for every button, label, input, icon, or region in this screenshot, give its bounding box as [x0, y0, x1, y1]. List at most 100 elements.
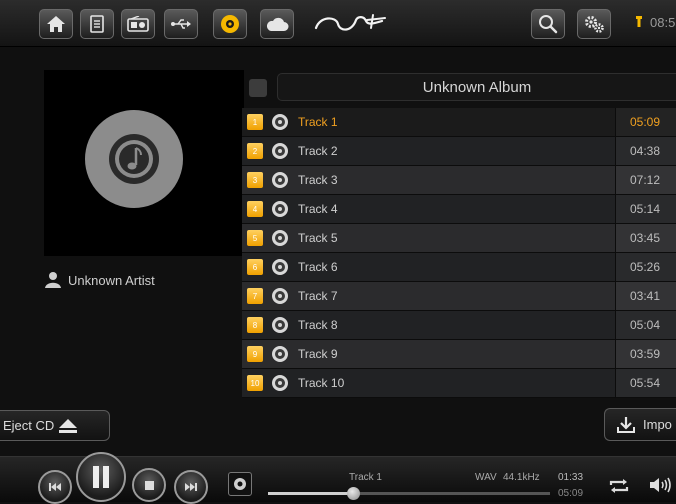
- eject-label: Eject CD: [3, 418, 55, 433]
- track-duration: 05:14: [630, 202, 661, 216]
- radio-button[interactable]: [121, 9, 155, 39]
- cloud-button[interactable]: [260, 9, 294, 39]
- track-disc-icon: [272, 317, 288, 333]
- next-icon: [185, 483, 197, 491]
- radio-icon: [127, 16, 149, 32]
- person-icon: [45, 272, 61, 288]
- track-duration: 05:26: [630, 260, 661, 274]
- seek-bar[interactable]: [268, 487, 550, 500]
- search-button[interactable]: [531, 9, 565, 39]
- audio-format: WAV: [475, 472, 497, 483]
- import-label: Impo: [643, 417, 672, 432]
- stop-icon: [144, 480, 154, 490]
- next-button[interactable]: [174, 470, 208, 504]
- clock: 08:55: [650, 15, 676, 30]
- track-duration: 04:38: [630, 144, 661, 158]
- cloud-icon: [266, 17, 289, 31]
- artist-row: Unknown Artist: [44, 271, 155, 289]
- track-duration-cell: 03:45: [615, 224, 676, 252]
- track-number-badge: 3: [247, 172, 263, 188]
- track-row[interactable]: 3 Track 3 07:12: [242, 166, 676, 195]
- usb-indicator-icon: [636, 16, 642, 27]
- top-toolbar: 08:55: [0, 0, 676, 47]
- track-disc-icon: [272, 346, 288, 362]
- track-disc-icon: [272, 201, 288, 217]
- track-name: Track 10: [298, 376, 345, 390]
- track-row[interactable]: 6 Track 6 05:26: [242, 253, 676, 282]
- track-duration: 05:04: [630, 318, 661, 332]
- album-cover: [44, 70, 244, 256]
- cd-source-icon: [234, 478, 246, 490]
- track-list: 1 Track 1 05:09 2 Track 2 04:38 3 Track 3 07:12 4…: [242, 108, 676, 398]
- track-row[interactable]: 2 Track 2 04:38: [242, 137, 676, 166]
- brand-logo-icon: [314, 14, 386, 31]
- track-row[interactable]: 10 Track 10 05:54: [242, 369, 676, 398]
- track-number-badge: 6: [247, 259, 263, 275]
- track-duration: 05:09: [630, 115, 661, 129]
- eject-cd-button[interactable]: Eject CD: [0, 410, 110, 441]
- track-number-badge: 2: [247, 143, 263, 159]
- track-name: Track 3: [298, 173, 338, 187]
- search-icon: [539, 15, 558, 34]
- elapsed-time: 01:33: [558, 472, 584, 483]
- track-row[interactable]: 8 Track 8 05:04: [242, 311, 676, 340]
- track-duration-cell: 05:54: [615, 369, 676, 397]
- music-disc-icon: [85, 110, 183, 208]
- track-name: Track 9: [298, 347, 338, 361]
- sample-rate: 44.1kHz: [503, 472, 540, 483]
- document-icon: [90, 15, 104, 33]
- settings-button[interactable]: [577, 9, 611, 39]
- repeat-icon[interactable]: [608, 478, 630, 494]
- track-name: Track 2: [298, 144, 338, 158]
- usb-icon: [171, 19, 191, 29]
- track-duration: 03:45: [630, 231, 661, 245]
- track-duration: 03:41: [630, 289, 661, 303]
- track-duration: 03:59: [630, 347, 661, 361]
- track-number-badge: 7: [247, 288, 263, 304]
- track-duration-cell: 05:26: [615, 253, 676, 281]
- gears-icon: [585, 16, 604, 33]
- now-playing-title: Track 1: [349, 472, 382, 483]
- track-name: Track 8: [298, 318, 338, 332]
- track-duration-cell: 03:59: [615, 340, 676, 368]
- track-number-badge: 8: [247, 317, 263, 333]
- cd-button[interactable]: [213, 9, 247, 39]
- track-name: Track 1: [298, 115, 338, 129]
- import-button[interactable]: Impo: [604, 408, 676, 441]
- track-disc-icon: [272, 114, 288, 130]
- track-row[interactable]: 5 Track 5 03:45: [242, 224, 676, 253]
- track-name: Track 7: [298, 289, 338, 303]
- track-row[interactable]: 4 Track 4 05:14: [242, 195, 676, 224]
- download-icon: [617, 416, 635, 433]
- track-duration-cell: 07:12: [615, 166, 676, 194]
- stop-button[interactable]: [132, 468, 166, 502]
- select-all-checkbox[interactable]: [249, 79, 267, 97]
- track-name: Track 4: [298, 202, 338, 216]
- track-duration: 07:12: [630, 173, 661, 187]
- home-icon: [47, 16, 65, 32]
- track-number-badge: 5: [247, 230, 263, 246]
- album-title: Unknown Album: [277, 73, 676, 101]
- track-number-badge: 1: [247, 114, 263, 130]
- track-name: Track 5: [298, 231, 338, 245]
- play-pause-button[interactable]: [76, 452, 126, 502]
- track-row[interactable]: 1 Track 1 05:09: [242, 108, 676, 137]
- eject-icon: [59, 418, 78, 433]
- track-disc-icon: [272, 172, 288, 188]
- cd-icon: [221, 15, 239, 33]
- seek-bar-handle[interactable]: [346, 487, 360, 500]
- pause-icon: [93, 466, 109, 488]
- documents-button[interactable]: [80, 9, 114, 39]
- track-duration-cell: 03:41: [615, 282, 676, 310]
- track-row[interactable]: 9 Track 9 03:59: [242, 340, 676, 369]
- previous-button[interactable]: [38, 470, 72, 504]
- track-duration-cell: 05:09: [615, 108, 676, 136]
- track-row[interactable]: 7 Track 7 03:41: [242, 282, 676, 311]
- track-disc-icon: [272, 259, 288, 275]
- volume-icon[interactable]: [649, 476, 673, 494]
- usb-button[interactable]: [164, 9, 198, 39]
- home-button[interactable]: [39, 9, 73, 39]
- source-cd-button[interactable]: [228, 472, 252, 496]
- track-duration-cell: 05:04: [615, 311, 676, 339]
- previous-icon: [49, 483, 61, 491]
